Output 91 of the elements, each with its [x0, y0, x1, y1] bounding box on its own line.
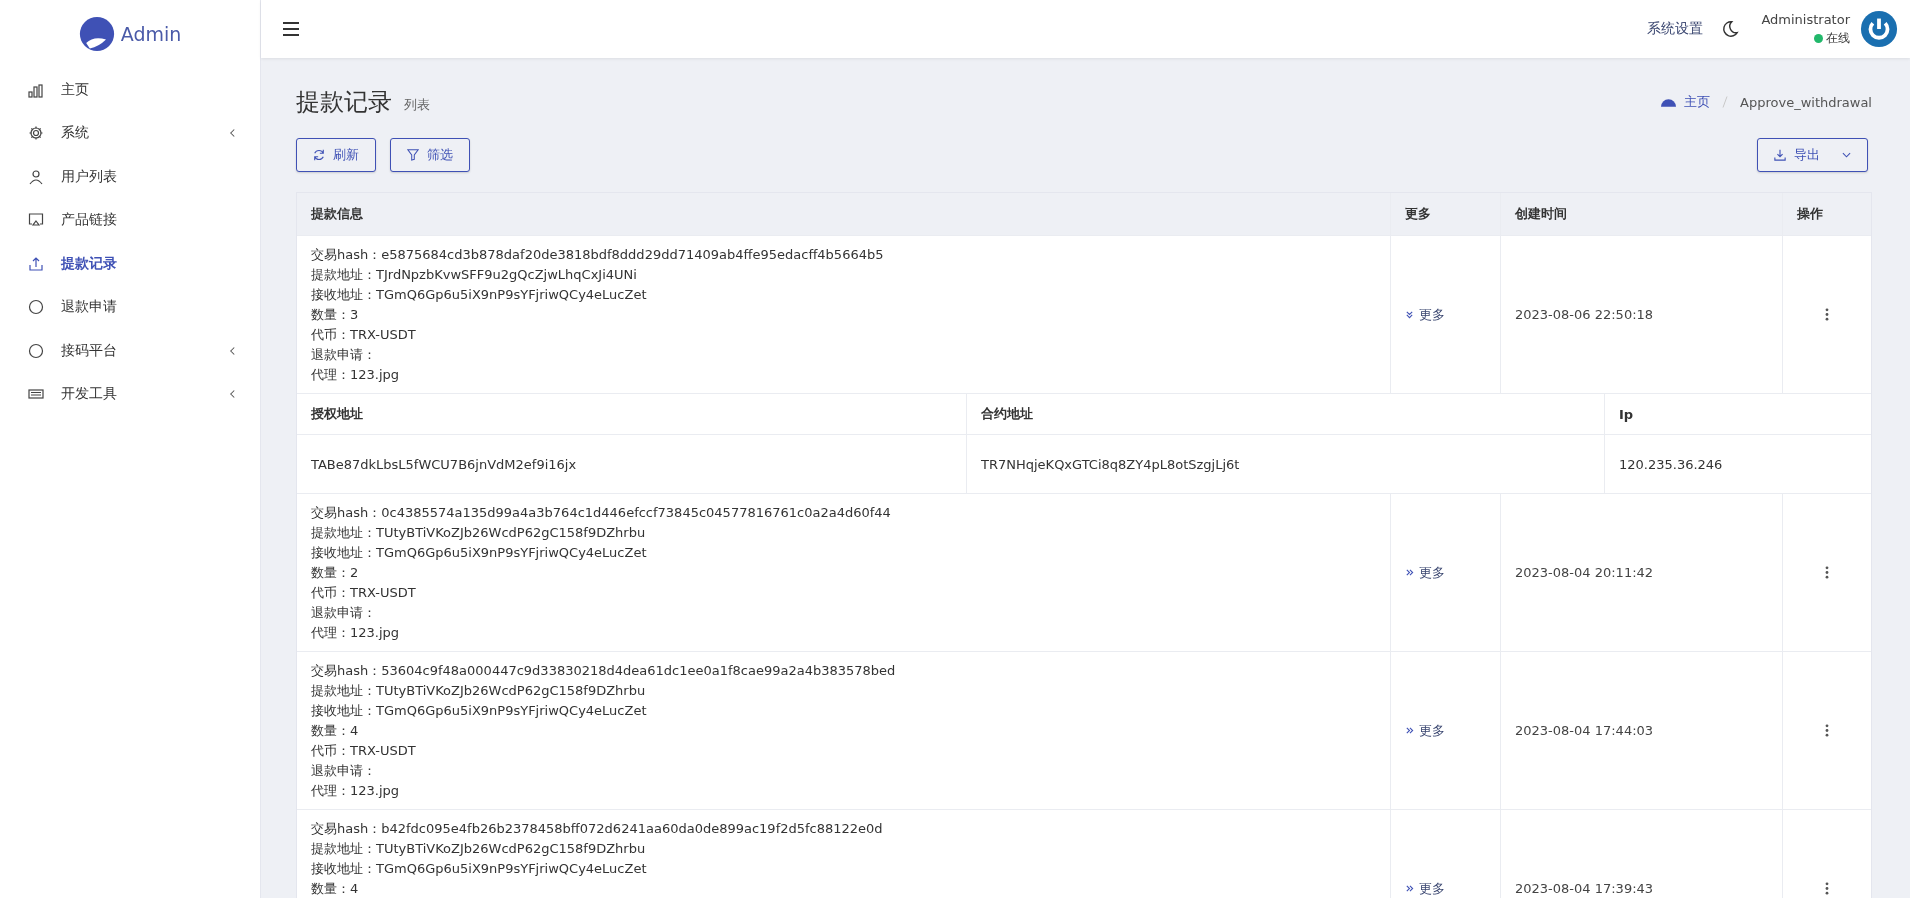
double-chevron-right-icon — [1405, 726, 1414, 735]
record-line: 数量：4 — [311, 722, 360, 740]
record-line: 退款申请： — [311, 762, 377, 780]
moon-icon[interactable] — [1721, 20, 1740, 38]
record-line: 数量：2 — [311, 564, 360, 582]
sidebar-item[interactable]: 主页 — [0, 68, 260, 112]
logo-icon — [78, 16, 115, 52]
chevron-icon — [229, 345, 236, 356]
record-line: 代币：TRX-USDT — [311, 326, 417, 344]
circle-icon — [28, 342, 44, 359]
record-line: 提款地址：TJrdNpzbKvwSFF9u2gQcZjwLhqCxJi4UNi — [311, 266, 638, 284]
more-actions-icon[interactable] — [1825, 724, 1829, 737]
record-line: 提款地址：TUtyBTiVKoZJb26WcdP62gC158f9DZhrbu — [311, 682, 647, 700]
sidebar-item[interactable]: 接码平台 — [0, 329, 260, 373]
record-line: 交易hash：53604c9f48a000447c9d33830218d4dea61dc1ee0a1f8cae99a2a4b383578bed — [311, 662, 897, 680]
filter-button[interactable]: 筛选 — [390, 138, 470, 172]
record-line: 提款地址：TUtyBTiVKoZJb26WcdP62gC158f9DZhrbu — [311, 524, 647, 542]
double-chevron-right-icon — [1405, 884, 1414, 893]
breadcrumb-item[interactable]: 主页 — [1684, 93, 1711, 111]
double-chevron-down-icon — [1405, 310, 1414, 319]
record-line: 数量：4 — [311, 880, 360, 898]
table-cell: TABe87dkLbsL5fWCU7B6jnVdM2ef9i16jx — [311, 456, 577, 472]
download-icon — [1774, 149, 1786, 161]
sidebar-item[interactable]: 开发工具 — [0, 372, 260, 416]
status-dot — [1814, 33, 1823, 43]
avatar-icon[interactable] — [1860, 10, 1898, 48]
sidebar-item[interactable]: 提款记录 — [0, 242, 260, 286]
user-name: Administrator — [1761, 11, 1850, 27]
created-time: 2023-08-06 22:50:18 — [1515, 307, 1654, 322]
record-line: 交易hash：e5875684cd3b878daf20de3818bdf8ddd29dd71409ab4ffe95edacff4b5664b5 — [311, 246, 885, 264]
record-line: 接收地址：TGmQ6Gp6u5iX9nP9sYFjriwQCy4eLucZet — [311, 544, 648, 562]
column-header: 授权地址 — [297, 394, 967, 434]
record-line: 退款申请： — [311, 604, 377, 622]
created-time: 2023-08-04 17:44:03 — [1515, 723, 1654, 738]
record-line: 退款申请： — [311, 346, 377, 364]
record-line: 接收地址：TGmQ6Gp6u5iX9nP9sYFjriwQCy4eLucZet — [311, 702, 648, 720]
column-header: 提款信息 — [297, 193, 1391, 235]
created-time: 2023-08-04 20:11:42 — [1515, 565, 1654, 580]
slash-separator-icon — [1722, 96, 1729, 108]
table-cell: TR7NHqjeKQxGTCi8q8ZY4pL8otSzgjLj6t — [981, 456, 1240, 472]
more-link[interactable]: 更多 — [1405, 879, 1445, 898]
record-line: 接收地址：TGmQ6Gp6u5iX9nP9sYFjriwQCy4eLucZet — [311, 860, 648, 878]
settings-link[interactable]: 系统设置 — [1647, 20, 1704, 38]
user-status: 在线 — [1826, 29, 1850, 47]
record-line: 交易hash：0c4385574a135d99a4a3b764c1d446efccf73845c04577816761c0a2a4d60f44 — [311, 504, 892, 522]
bar-chart-icon — [28, 81, 44, 98]
table-cell: 120.235.36.246 — [1619, 456, 1723, 472]
more-actions-icon[interactable] — [1825, 882, 1829, 895]
column-header: 操作 — [1796, 205, 1824, 223]
record-line: 代币：TRX-USDT — [311, 742, 417, 760]
page-subtitle: 列表 — [404, 96, 430, 114]
sidebar-item[interactable]: 退款申请 — [0, 285, 260, 329]
settings-icon — [28, 125, 44, 142]
user-icon — [28, 168, 44, 185]
column-header: 创建时间 — [1501, 193, 1783, 235]
record-line: 数量：3 — [311, 306, 360, 324]
dashboard-icon — [1661, 96, 1677, 108]
caret-icon — [1842, 152, 1851, 158]
chevron-icon — [229, 128, 236, 139]
upload-icon — [28, 255, 44, 272]
record-line: 代理：123.jpg — [311, 366, 401, 384]
column-header: 更多 — [1391, 193, 1501, 235]
chevron-icon — [229, 389, 236, 400]
filter-icon — [407, 149, 419, 161]
refresh-icon — [313, 149, 325, 161]
sidebar-item[interactable]: 产品链接 — [0, 198, 260, 242]
export-button[interactable]: 导出 — [1757, 138, 1868, 172]
record-line: 代理：123.jpg — [311, 782, 401, 800]
record-line: 代币：TRX-USDT — [311, 584, 417, 602]
more-link[interactable]: 更多 — [1405, 721, 1445, 740]
record-line: 提款地址：TUtyBTiVKoZJb26WcdP62gC158f9DZhrbu — [311, 840, 647, 858]
record-line: 接收地址：TGmQ6Gp6u5iX9nP9sYFjriwQCy4eLucZet — [311, 286, 648, 304]
record-line: 交易hash：b42fdc095e4fb26b2378458bff072d6241aa60da0de899ac19f2d5fc88122e0d — [311, 820, 884, 838]
breadcrumb-item: Approve_withdrawal — [1740, 94, 1872, 110]
column-header: Ip — [1618, 405, 1635, 424]
record-line: 代理：123.jpg — [311, 624, 401, 642]
created-time: 2023-08-04 17:39:43 — [1515, 881, 1654, 896]
monitor-icon — [28, 212, 44, 229]
more-link[interactable]: 更多 — [1405, 563, 1445, 582]
sidebar-item[interactable]: 系统 — [0, 111, 260, 155]
page-title: 提款记录 — [296, 87, 392, 118]
column-header: 合约地址 — [967, 394, 1605, 434]
menu-icon[interactable] — [283, 22, 299, 36]
double-chevron-right-icon — [1405, 568, 1414, 577]
brand-name: Admin — [120, 23, 182, 45]
refresh-button[interactable]: 刷新 — [296, 138, 376, 172]
circle-icon — [28, 299, 44, 316]
more-actions-icon[interactable] — [1825, 566, 1829, 579]
sidebar-item[interactable]: 用户列表 — [0, 155, 260, 199]
more-link[interactable]: 更多 — [1405, 305, 1445, 324]
more-actions-icon[interactable] — [1825, 308, 1829, 321]
